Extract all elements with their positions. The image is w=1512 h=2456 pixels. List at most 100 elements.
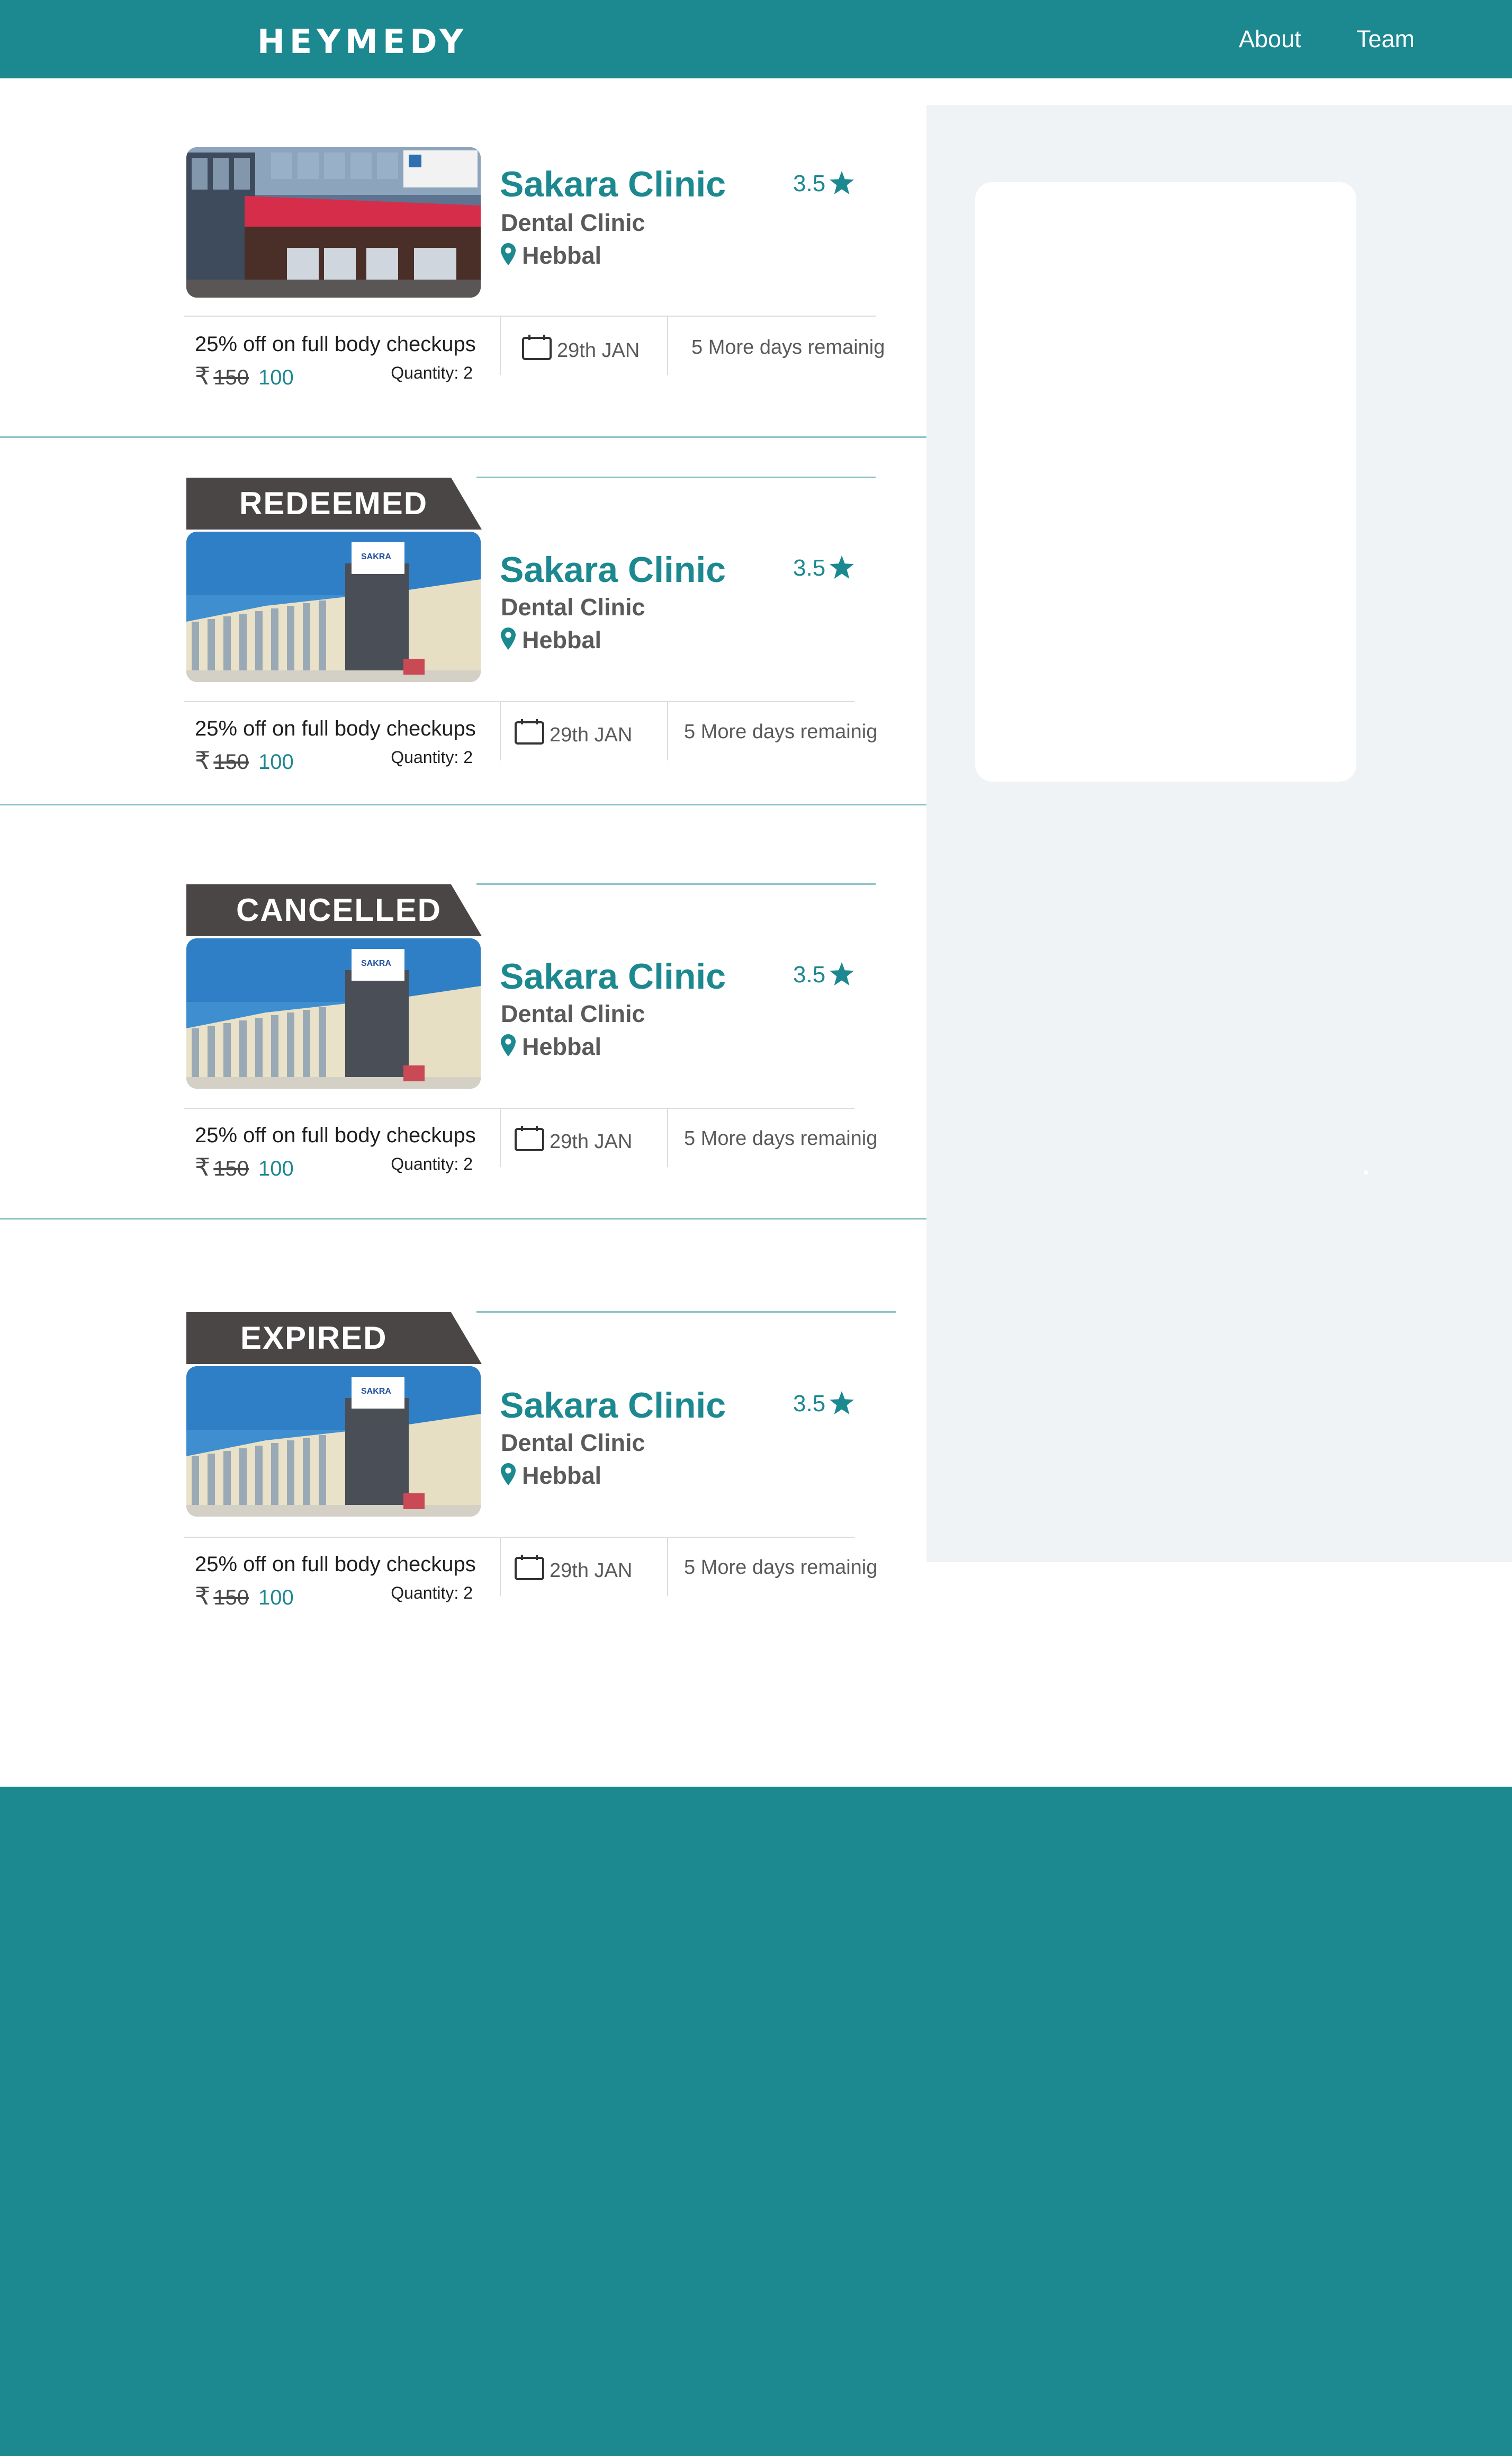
location-text: Hebbal (522, 1033, 602, 1060)
location-text: Hebbal (522, 626, 602, 653)
svg-text:SAKRA: SAKRA (361, 959, 391, 968)
status-badge: REDEEMED (186, 478, 482, 530)
star-icon (830, 1391, 854, 1421)
divider (500, 702, 501, 760)
clinic-building-photo: SAKRA (186, 938, 481, 1089)
clinic-name[interactable]: Sakara Clinic (500, 1384, 726, 1427)
star-icon (830, 171, 854, 201)
old-price: 150 (213, 1586, 249, 1609)
valid-date: 29th JAN (522, 335, 640, 366)
clinic-image (186, 147, 481, 298)
rupee-icon: ₹ (195, 747, 211, 774)
svg-text:SAKRA: SAKRA (361, 1387, 391, 1396)
calendar-icon (515, 1126, 544, 1158)
offer-text: 25% off on full body checkups (195, 1124, 476, 1147)
offer-text: 25% off on full body checkups (195, 1553, 476, 1576)
calendar-icon (515, 1555, 544, 1586)
days-remaining: 5 More days remainig (684, 1556, 878, 1579)
status-badge: CANCELLED (186, 884, 482, 936)
rating-value: 3.5 (793, 1391, 826, 1417)
map-pin-icon (501, 1034, 516, 1063)
date-text: 29th JAN (550, 724, 633, 746)
brand-logo[interactable]: HEYMEDY (257, 23, 468, 60)
nav-link-team[interactable]: Team (1356, 24, 1415, 54)
divider (667, 702, 668, 760)
status-text: EXPIRED (240, 1320, 388, 1356)
valid-date: 29th JAN (515, 1126, 632, 1158)
coupon-separator (0, 436, 926, 438)
rating-value: 3.5 (793, 171, 826, 196)
offer-text: 25% off on full body checkups (195, 717, 476, 740)
quantity: Quantity: 2 (391, 363, 473, 382)
clinic-name[interactable]: Sakara Clinic (500, 163, 726, 205)
new-price: 100 (258, 1157, 294, 1180)
rupee-icon: ₹ (195, 1582, 211, 1610)
quantity: Quantity: 2 (391, 1583, 473, 1602)
side-card (975, 182, 1356, 782)
valid-date: 29th JAN (515, 1555, 632, 1586)
price: ₹150 100 (195, 1154, 294, 1181)
clinic-rating: 3.5 (793, 554, 854, 586)
divider (667, 1109, 668, 1167)
coupon-separator (0, 1218, 926, 1220)
divider (667, 317, 668, 375)
clinic-type: Dental Clinic (501, 1429, 645, 1456)
divider (184, 316, 876, 317)
tag-line (476, 883, 876, 885)
date-text: 29th JAN (550, 1131, 633, 1153)
price: ₹150 100 (195, 1583, 294, 1610)
nav-link-about[interactable]: About (1239, 24, 1301, 54)
tag-line (476, 1311, 896, 1313)
side-dot (1364, 1170, 1368, 1175)
valid-date: 29th JAN (515, 719, 632, 751)
date-text: 29th JAN (557, 339, 640, 362)
clinic-location: Hebbal (501, 1033, 601, 1063)
clinic-image: SAKRA (186, 1366, 481, 1517)
quantity: Quantity: 2 (391, 1154, 473, 1173)
status-text: CANCELLED (236, 892, 442, 928)
status-badge: EXPIRED (186, 1312, 482, 1364)
old-price: 150 (213, 366, 249, 389)
star-icon (830, 555, 854, 586)
date-text: 29th JAN (550, 1559, 633, 1582)
new-price: 100 (258, 1586, 294, 1609)
divider (500, 317, 501, 375)
price: ₹150 100 (195, 748, 294, 775)
location-text: Hebbal (522, 242, 602, 269)
divider (500, 1538, 501, 1596)
clinic-rating: 3.5 (793, 961, 854, 992)
clinic-rating: 3.5 (793, 1390, 854, 1421)
clinic-building-photo (186, 147, 481, 298)
status-text: REDEEMED (239, 486, 428, 521)
rupee-icon: ₹ (195, 1153, 211, 1181)
divider (184, 1108, 854, 1109)
divider (184, 1537, 854, 1538)
divider (500, 1109, 501, 1167)
clinic-location: Hebbal (501, 626, 601, 656)
tag-line (476, 477, 876, 478)
old-price: 150 (213, 1157, 249, 1180)
map-pin-icon (501, 243, 516, 272)
map-pin-icon (501, 628, 516, 656)
rating-value: 3.5 (793, 555, 826, 581)
clinic-rating: 3.5 (793, 169, 854, 201)
rating-value: 3.5 (793, 962, 826, 988)
clinic-building-photo: SAKRA (186, 1366, 481, 1517)
clinic-image: SAKRA (186, 938, 481, 1089)
coupon-separator (0, 804, 926, 805)
location-text: Hebbal (522, 1462, 602, 1489)
clinic-location: Hebbal (501, 241, 601, 272)
clinic-location: Hebbal (501, 1462, 601, 1492)
offer-text: 25% off on full body checkups (195, 333, 476, 356)
clinic-type: Dental Clinic (501, 594, 645, 621)
clinic-building-photo: SAKRA (186, 532, 481, 682)
calendar-icon (515, 719, 544, 751)
rupee-icon: ₹ (195, 362, 211, 390)
old-price: 150 (213, 750, 249, 774)
clinic-name[interactable]: Sakara Clinic (500, 955, 726, 998)
star-icon (830, 962, 854, 992)
footer (0, 1787, 1512, 2456)
days-remaining: 5 More days remainig (684, 1127, 878, 1150)
clinic-name[interactable]: Sakara Clinic (500, 549, 726, 591)
clinic-image: SAKRA (186, 532, 481, 682)
